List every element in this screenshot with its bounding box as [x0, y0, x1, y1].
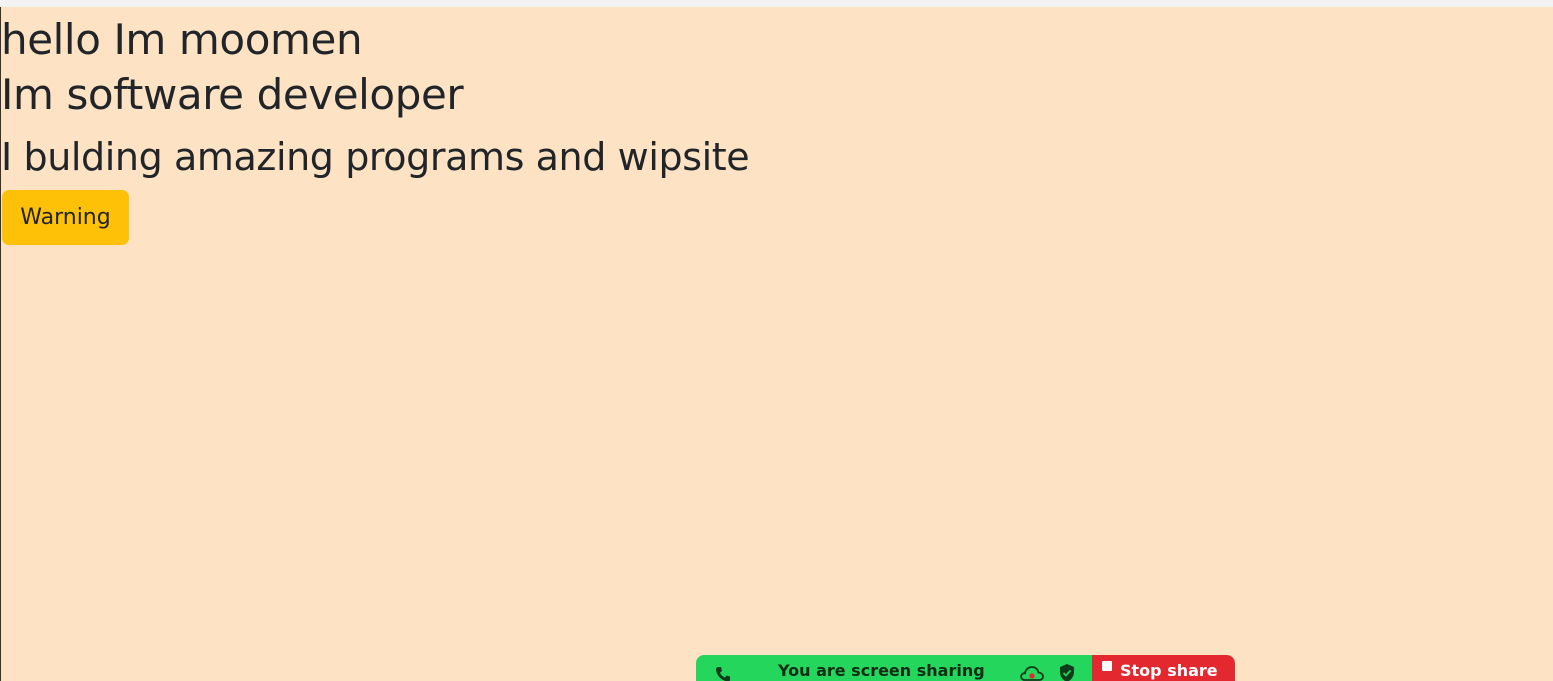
stop-share-label: Stop share — [1120, 660, 1218, 680]
heading-role: Im software developer — [1, 70, 464, 119]
phone-icon[interactable] — [714, 665, 732, 681]
screen-share-text: You are screen sharing — [778, 661, 985, 680]
screen-share-status: You are screen sharing — [696, 655, 1092, 681]
shield-icon[interactable] — [1058, 663, 1076, 681]
stop-icon — [1102, 661, 1112, 671]
page-body: hello Im moomen Im software developer I … — [0, 7, 1553, 681]
heading-intro: hello Im moomen — [1, 15, 363, 64]
cloud-icon[interactable] — [1019, 663, 1045, 681]
stop-share-button[interactable]: Stop share — [1092, 655, 1235, 681]
browser-top-strip — [0, 0, 1553, 7]
screen-share-bar: You are screen sharing Stop share — [696, 655, 1235, 681]
subheading: I bulding amazing programs and wipsite — [1, 135, 750, 179]
warning-button[interactable]: Warning — [2, 190, 129, 245]
